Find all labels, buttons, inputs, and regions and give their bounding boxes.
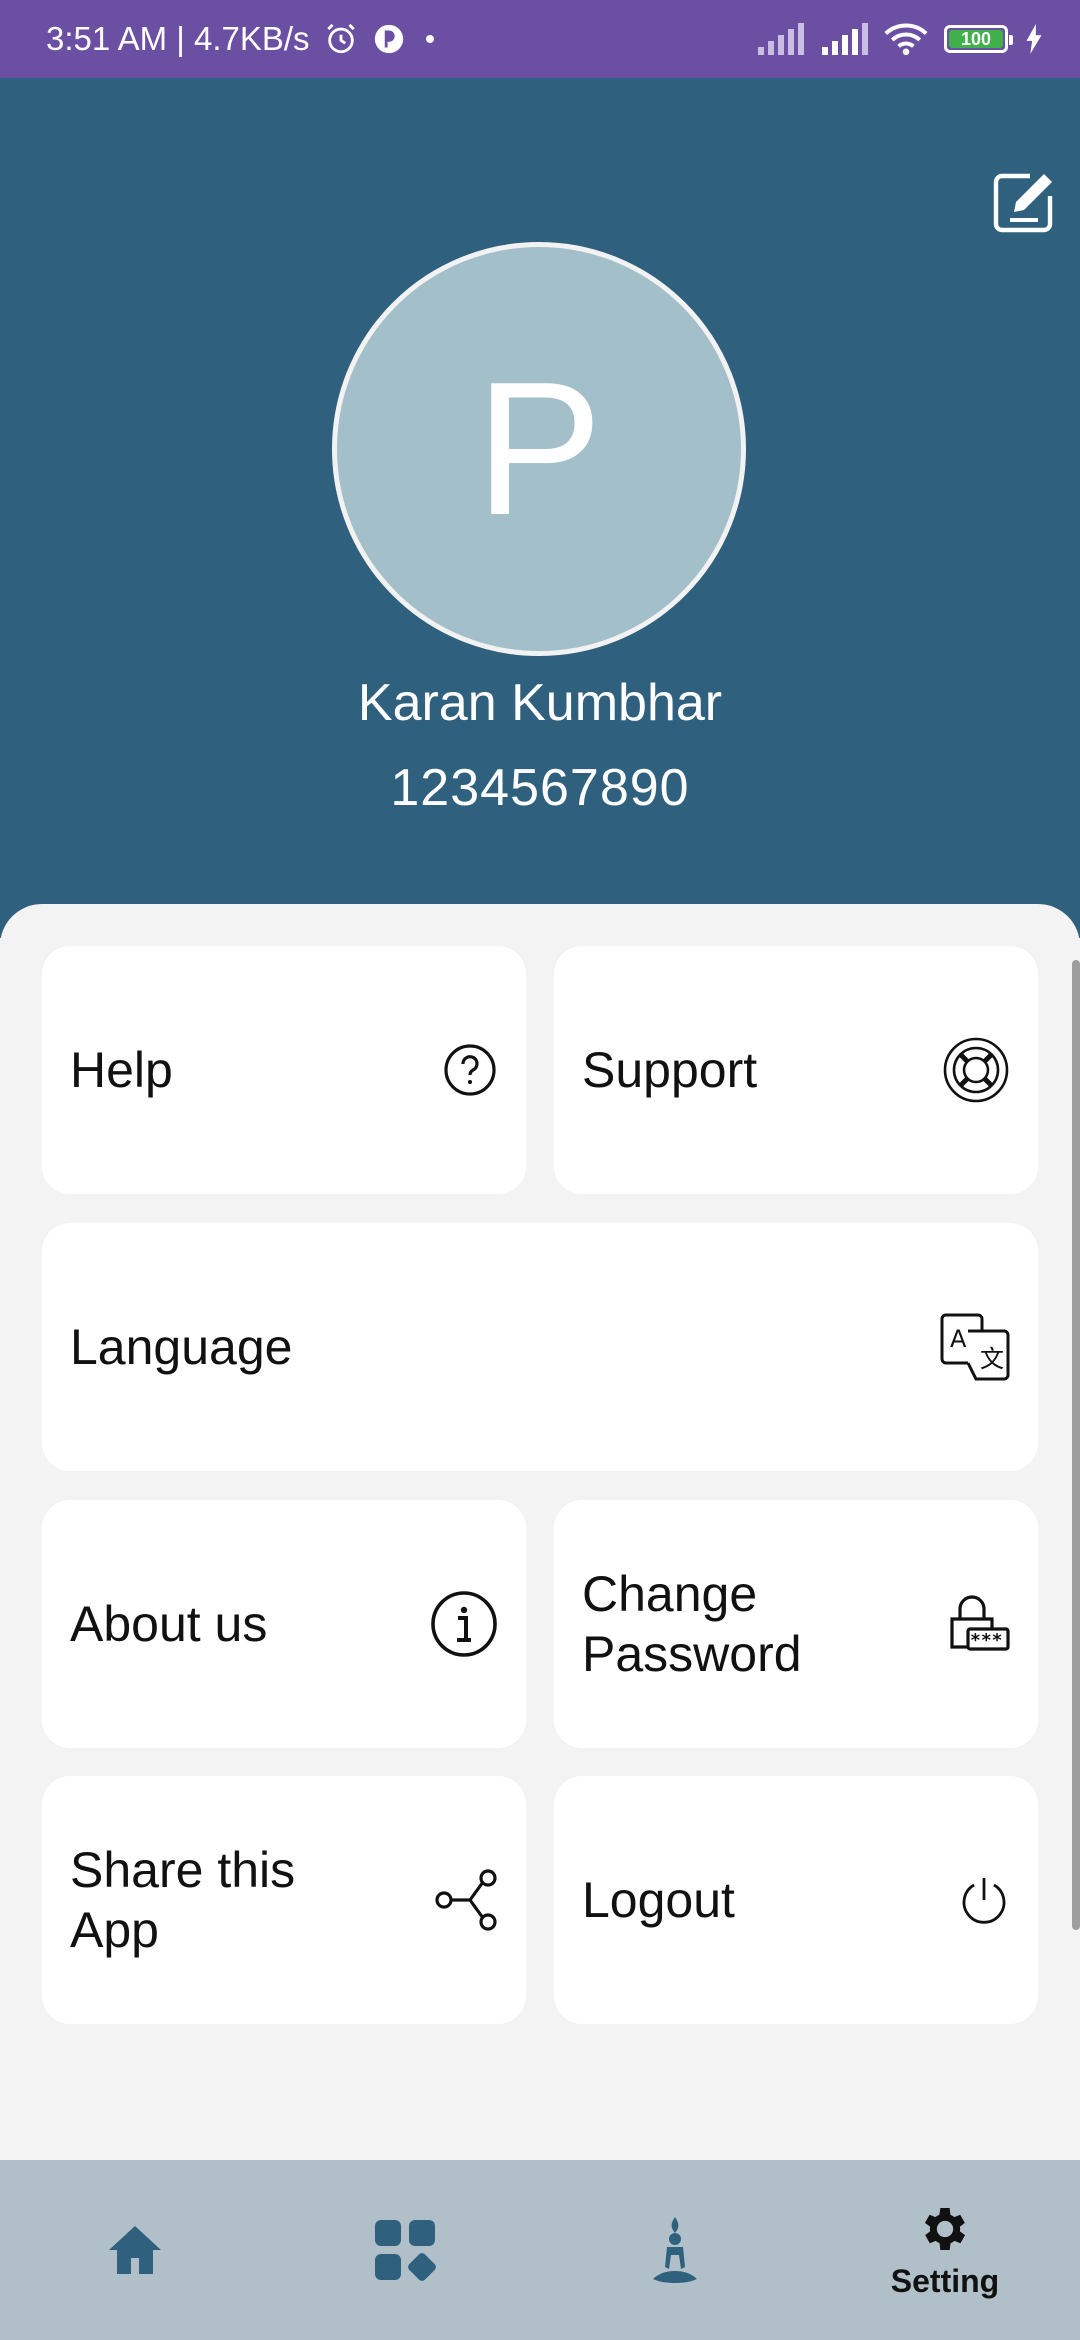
change-password-label: Change Password <box>582 1566 802 1682</box>
status-time-speed: 3:51 AM | 4.7KB/s <box>46 20 310 57</box>
gear-icon <box>924 2207 966 2250</box>
lock-password-icon: *** <box>944 1591 1010 1657</box>
power-icon <box>958 1874 1010 1926</box>
nav-setting[interactable]: Setting <box>845 2160 1045 2340</box>
battery-icon: 100 <box>944 25 1013 53</box>
change-password-card[interactable]: Change Password *** <box>554 1500 1038 1748</box>
support-card[interactable]: Support <box>554 946 1038 1194</box>
lifebuoy-icon <box>942 1036 1010 1104</box>
signal-icon-2 <box>820 23 868 55</box>
nav-categories[interactable] <box>305 2160 505 2340</box>
app-notification-icon <box>372 22 406 56</box>
meditation-icon <box>653 2217 697 2283</box>
language-card[interactable]: Language A文 <box>42 1223 1038 1471</box>
user-phone: 1234567890 <box>390 759 690 817</box>
edit-profile-button[interactable] <box>990 168 1058 236</box>
about-label: About us <box>70 1596 268 1652</box>
help-label: Help <box>70 1042 173 1098</box>
help-icon <box>442 1042 498 1098</box>
dashboard-icon <box>375 2220 436 2281</box>
svg-text:A: A <box>950 1325 967 1353</box>
about-card[interactable]: About us <box>42 1500 526 1748</box>
dot-icon <box>420 29 440 49</box>
scrollbar[interactable] <box>1072 960 1080 1930</box>
wifi-icon <box>884 22 928 56</box>
support-label: Support <box>582 1042 758 1098</box>
bottom-navigation: Setting <box>0 2160 1080 2340</box>
avatar-letter: P <box>475 343 603 555</box>
status-left: 3:51 AM | 4.7KB/s <box>46 20 440 58</box>
user-name: Karan Kumbhar <box>357 674 723 732</box>
charging-icon <box>1024 24 1044 54</box>
nav-home[interactable] <box>35 2160 235 2340</box>
nav-setting-label: Setting <box>890 2262 1000 2299</box>
share-label: Share this App <box>70 1842 296 1958</box>
info-icon <box>430 1590 498 1658</box>
avatar[interactable]: P <box>332 242 746 656</box>
profile-header: P Karan Kumbhar 1234567890 <box>0 78 1080 938</box>
logout-card[interactable]: Logout <box>554 1776 1038 2024</box>
nav-yoga[interactable] <box>575 2160 775 2340</box>
share-card[interactable]: Share this App <box>42 1776 526 2024</box>
svg-text:文: 文 <box>980 1345 1004 1373</box>
alarm-icon <box>324 22 358 56</box>
share-icon <box>434 1868 498 1932</box>
edit-icon <box>993 173 1053 233</box>
logout-label: Logout <box>582 1872 735 1928</box>
status-right: 100 <box>756 22 1044 56</box>
status-bar: 3:51 AM | 4.7KB/s 100 <box>0 0 1080 78</box>
translate-icon: A文 <box>940 1313 1010 1381</box>
help-card[interactable]: Help <box>42 946 526 1194</box>
battery-level: 100 <box>949 29 1003 49</box>
svg-text:***: *** <box>970 1630 1003 1651</box>
language-label: Language <box>70 1319 293 1375</box>
signal-icon-1 <box>756 23 804 55</box>
home-icon <box>109 2226 161 2274</box>
